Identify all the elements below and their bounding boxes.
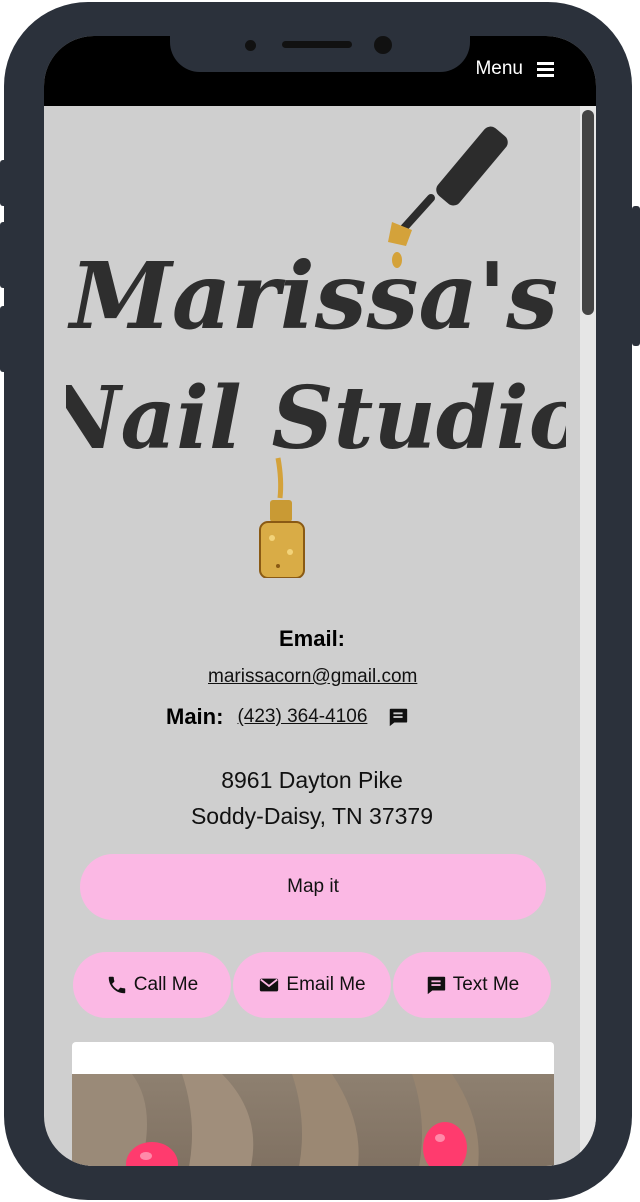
hamburger-icon bbox=[537, 61, 554, 77]
sms-icon[interactable] bbox=[387, 706, 409, 728]
main-phone-row: Main: (423) 364-4106 bbox=[166, 704, 409, 730]
email-label: Email: bbox=[278, 626, 346, 651]
address-line1: 8961 Dayton Pike bbox=[221, 767, 403, 793]
phone-link[interactable]: (423) 364-4106 bbox=[237, 706, 367, 728]
phone-side-button bbox=[0, 306, 8, 372]
email-me-label: Email Me bbox=[286, 974, 366, 995]
nails-photo-illustration bbox=[72, 1074, 479, 1166]
email-link[interactable]: marissacorn@gmail.com bbox=[208, 666, 417, 688]
phone-icon bbox=[108, 976, 126, 994]
envelope-icon bbox=[260, 978, 279, 992]
email-me-button[interactable]: Email Me bbox=[233, 952, 391, 1018]
phone-side-button bbox=[0, 222, 8, 288]
menu-button[interactable]: Menu bbox=[475, 58, 554, 80]
main-label: Main: bbox=[166, 704, 224, 729]
top-nav-bar: Menu bbox=[44, 36, 596, 106]
nail-polish-bottle-icon bbox=[259, 500, 305, 578]
text-me-button[interactable]: Text Me bbox=[393, 952, 551, 1018]
phone-side-button bbox=[0, 160, 8, 206]
address-line2: Soddy-Daisy, TN 37379 bbox=[190, 803, 434, 829]
logo: Marissa's Nail Studio bbox=[66, 126, 566, 578]
nails-photo bbox=[72, 1074, 554, 1166]
address: 8961 Dayton Pike Soddy-Daisy, TN 37379 bbox=[44, 762, 580, 834]
scrollbar-thumb[interactable] bbox=[582, 110, 594, 315]
svg-text:Marissa's: Marissa's bbox=[67, 242, 558, 350]
call-me-button[interactable]: Call Me bbox=[73, 952, 231, 1018]
phone-side-button bbox=[632, 206, 640, 346]
gallery-card bbox=[72, 1042, 554, 1166]
sms-icon bbox=[427, 976, 445, 995]
menu-label: Menu bbox=[475, 58, 523, 79]
phone-notch bbox=[170, 36, 470, 72]
phone-screen: Menu Marissa's Nail Studio Email: mariss… bbox=[44, 36, 596, 1166]
call-me-label: Call Me bbox=[133, 974, 199, 995]
text-me-label: Text Me bbox=[452, 974, 520, 995]
svg-text:Nail Studio: Nail Studio bbox=[66, 368, 566, 469]
map-it-button[interactable]: Map it bbox=[80, 854, 546, 920]
